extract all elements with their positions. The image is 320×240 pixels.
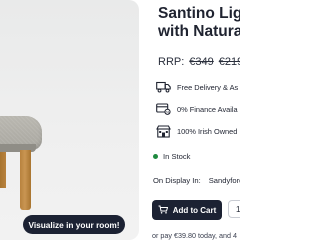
svg-text:%: %	[166, 109, 170, 114]
in-stock-dot-icon	[153, 154, 158, 159]
feature-label: 0% Finance Availa	[177, 104, 238, 114]
on-display-row: On Display In: Sandyford	[153, 176, 240, 185]
feature-label: Free Delivery & As	[177, 82, 239, 92]
chair-front-leg	[20, 150, 31, 210]
store-icon	[156, 124, 171, 138]
stock-status: In Stock	[153, 152, 190, 161]
rrp-price: €349	[189, 56, 214, 68]
quantity-input[interactable]: 1	[228, 200, 240, 218]
stock-label: In Stock	[163, 152, 191, 161]
product-title-line1: Santino Ligh	[158, 5, 240, 22]
rrp-label: RRP:	[158, 56, 185, 68]
feature-finance: % 0% Finance Availa	[156, 102, 238, 116]
on-display-store[interactable]: Sandyford	[209, 176, 240, 185]
product-title-line2: with Natural	[158, 23, 240, 40]
add-to-cart-button[interactable]: Add to Cart	[152, 200, 222, 220]
finance-note: or pay €39.80 today, and 4	[152, 231, 237, 240]
visualize-in-room-button[interactable]: Visualize in your room!	[23, 215, 125, 234]
finance-card-icon: %	[156, 102, 171, 116]
add-to-cart-label: Add to Cart	[172, 205, 217, 215]
chair-back-leg	[0, 150, 6, 188]
feature-irish-owned: 100% Irish Owned	[156, 124, 237, 138]
product-image[interactable]: Visualize in your room!	[0, 0, 139, 240]
quantity-value: 1	[236, 204, 240, 214]
cart-icon	[158, 205, 168, 216]
sale-price: €219	[218, 56, 240, 68]
on-display-label: On Display In:	[153, 176, 201, 185]
feature-label: 100% Irish Owned	[177, 126, 238, 136]
product-title: Santino Ligh with Natural	[158, 5, 240, 41]
price-row: RRP: €349 €219 (	[158, 56, 240, 68]
delivery-truck-icon	[156, 80, 171, 94]
product-page: Visualize in your room! Santino Ligh wit…	[0, 0, 240, 240]
feature-free-delivery: Free Delivery & As	[156, 80, 238, 94]
